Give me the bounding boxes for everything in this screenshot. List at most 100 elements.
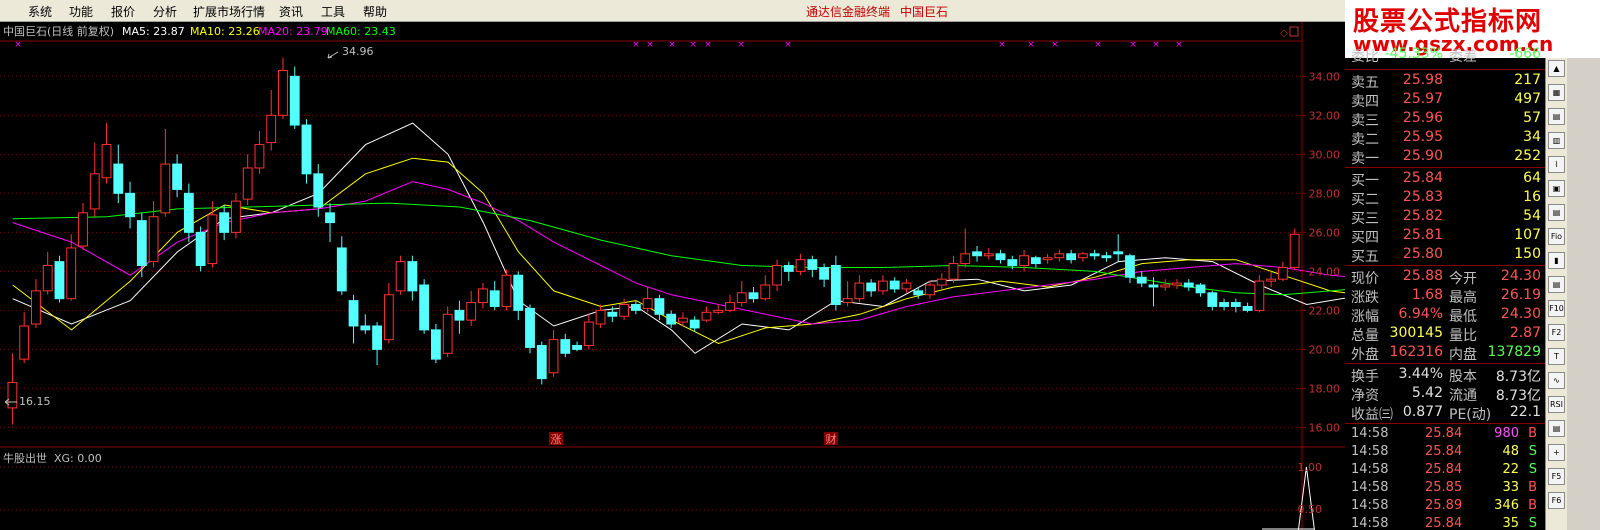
candle <box>948 255 959 284</box>
f2-icon[interactable]: F2 <box>1548 324 1565 341</box>
chart-area[interactable]: × × × × × × × × × × × × × × × ◇ 涨 财 16.00 18.00 20.00 22.00 2… <box>0 22 1345 530</box>
candle <box>89 142 100 217</box>
candle <box>54 255 65 303</box>
candle <box>548 329 559 377</box>
x-marker-icon: × <box>1175 40 1183 50</box>
menu-help[interactable]: 帮助 <box>363 3 387 20</box>
tick-price: 25.85 <box>1425 480 1463 495</box>
list-icon[interactable]: ▥ <box>1548 132 1565 149</box>
doc-icon[interactable]: ▤ <box>1548 420 1565 437</box>
candle <box>513 271 524 321</box>
wave-icon[interactable]: ∿ <box>1548 372 1565 389</box>
candle-body <box>760 284 771 300</box>
indicator-title: 牛股出世 <box>3 451 47 465</box>
t-icon[interactable]: T <box>1548 348 1565 365</box>
plus-icon[interactable]: + <box>1548 444 1565 461</box>
tick-side: S <box>1528 444 1537 459</box>
menu-analysis[interactable]: 分析 <box>153 3 177 20</box>
panel-separator <box>1345 167 1545 168</box>
scroll-up-icon[interactable]: ▲ <box>1548 60 1565 77</box>
candle-body <box>513 274 524 311</box>
chart-bar-icon[interactable]: ▮ <box>1548 252 1565 269</box>
candle <box>1289 228 1300 270</box>
candle-body <box>113 163 124 194</box>
f6-icon[interactable]: F6 <box>1548 492 1565 509</box>
candle-body <box>783 265 794 272</box>
candle-body <box>207 214 218 265</box>
chart-header-name: 中国巨石(日线 前复权) <box>3 24 114 38</box>
tick-row: 14:58 25.84 35 S <box>1345 516 1545 530</box>
tick-side: B <box>1528 480 1537 495</box>
event-marker-label: 涨 <box>551 433 562 446</box>
menu-news[interactable]: 资讯 <box>279 3 303 20</box>
right-toolbar: ▲ ▦ ▤ ▥ ⌇ ▣ ▤ Fio ▮ ▤ F10 F2 T ∿ RSI ▤ + F5 F6 <box>1545 58 1567 530</box>
stat-label: 涨幅 <box>1351 309 1379 325</box>
x-marker-icon: × <box>632 40 640 50</box>
kline-chart[interactable]: × × × × × × × × × × × × × × × ◇ 涨 财 16.00 18.00 20.00 22.00 2… <box>0 22 1345 530</box>
tick-time: 14:58 <box>1351 462 1389 477</box>
table-icon[interactable]: ▤ <box>1548 204 1565 221</box>
bid-volume: 16 <box>1523 189 1541 205</box>
menu-quote[interactable]: 报价 <box>111 3 135 20</box>
f5-icon[interactable]: F5 <box>1548 468 1565 485</box>
candle-body <box>878 280 888 292</box>
fio-icon[interactable]: Fio <box>1548 228 1565 245</box>
stat-label: 涨跌 <box>1351 290 1379 306</box>
bid-label: 买四 <box>1351 230 1379 246</box>
candle <box>525 304 535 354</box>
candle <box>301 119 312 184</box>
candle <box>572 341 582 352</box>
ask-price: 25.98 <box>1402 72 1443 88</box>
candle <box>713 304 724 315</box>
fundamental-label: 收益㈢ <box>1351 407 1393 423</box>
stat-row: 总量 300145 量比 2.87 <box>1345 325 1545 344</box>
ask-price: 25.96 <box>1402 110 1443 126</box>
menu-function[interactable]: 功能 <box>69 3 93 20</box>
rsi-icon[interactable]: RSI <box>1548 396 1565 413</box>
candle <box>1125 253 1135 284</box>
x-marker-icon: × <box>668 40 676 50</box>
candle <box>819 263 830 287</box>
candle <box>113 144 124 204</box>
candle <box>1195 283 1206 297</box>
book-icon[interactable]: ▤ <box>1548 108 1565 125</box>
fundamental-value: 8.73亿 <box>1495 369 1541 385</box>
candle-body <box>1230 302 1241 307</box>
fundamental-value: 22.1 <box>1509 404 1541 420</box>
candle-body <box>466 302 477 321</box>
y-tick-label: 24.00 <box>1309 265 1341 278</box>
candle-body <box>348 300 359 327</box>
window-restore-icon <box>1289 26 1299 37</box>
candle-body <box>901 282 912 290</box>
candle-body <box>1172 282 1182 286</box>
candle <box>125 181 135 229</box>
candle-body <box>925 284 935 296</box>
candle-body <box>1219 302 1229 307</box>
x-marker-icon: × <box>1051 40 1059 50</box>
candle-body <box>748 292 759 300</box>
candle-body <box>807 259 818 270</box>
f10-icon[interactable]: F10 <box>1548 300 1565 317</box>
candle <box>348 294 359 344</box>
candle-body <box>219 212 230 233</box>
menu-extended-market[interactable]: 扩展市场行情 <box>193 3 265 20</box>
candle-body <box>42 265 53 292</box>
high-arrow-icon <box>327 51 339 59</box>
grid-icon[interactable]: ▦ <box>1548 84 1565 101</box>
chart-line-icon[interactable]: ⌇ <box>1548 156 1565 173</box>
candle-body <box>654 298 665 315</box>
candle <box>830 255 841 311</box>
candle-body <box>1277 266 1288 280</box>
candle <box>878 275 888 295</box>
candle-body <box>995 253 1006 261</box>
menu-tools[interactable]: 工具 <box>321 3 345 20</box>
indicator-value: XG: 0.00 <box>54 452 102 465</box>
y-tick-label: 30.00 <box>1309 148 1341 161</box>
menu-system[interactable]: 系统 <box>28 3 52 20</box>
calendar-icon[interactable]: ▣ <box>1548 180 1565 197</box>
candle-body <box>1089 253 1100 257</box>
book2-icon[interactable]: ▤ <box>1548 276 1565 293</box>
fundamental-value: 8.73亿 <box>1495 388 1541 404</box>
candle-body <box>830 265 841 306</box>
candle <box>795 253 806 276</box>
